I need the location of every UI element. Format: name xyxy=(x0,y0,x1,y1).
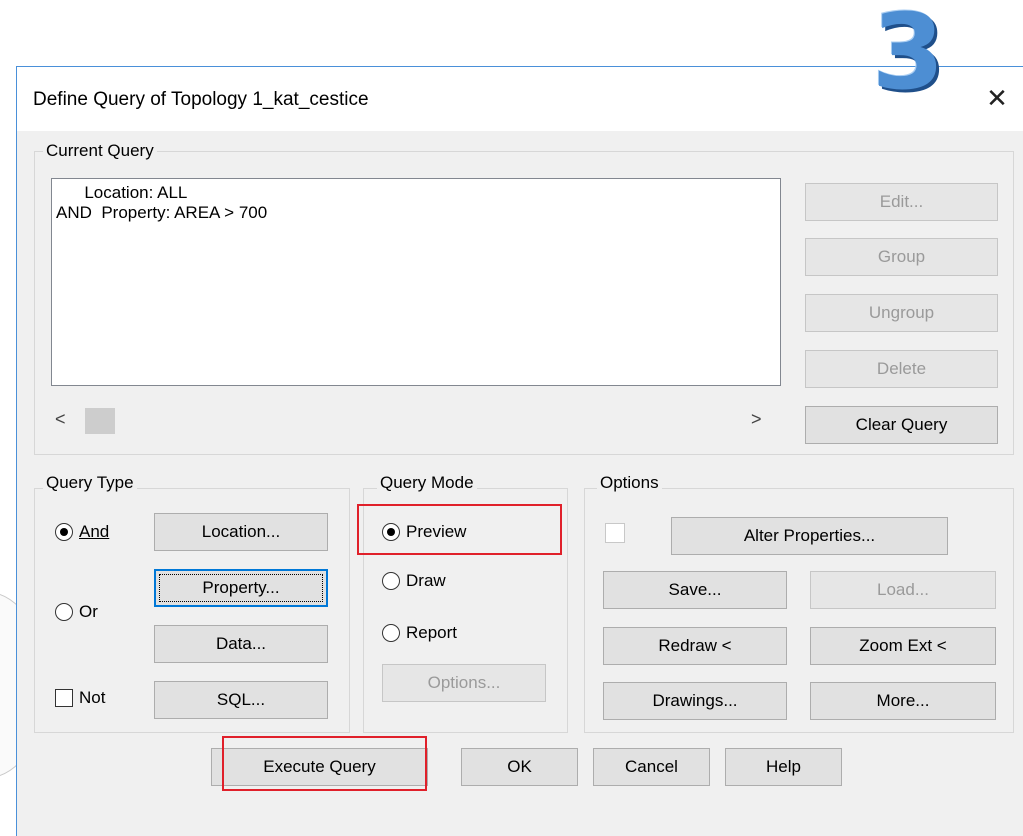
ungroup-button[interactable]: Ungroup xyxy=(805,294,998,332)
redraw-button[interactable]: Redraw < xyxy=(603,627,787,665)
draw-radio[interactable] xyxy=(382,572,400,590)
current-query-textbox[interactable]: Location: ALL AND Property: AREA > 700 xyxy=(51,178,781,386)
dialog-title: Define Query of Topology 1_kat_cestice xyxy=(33,89,369,110)
not-label[interactable]: Not xyxy=(79,688,105,708)
and-label[interactable]: And xyxy=(79,522,109,542)
options-label: Options xyxy=(597,473,662,493)
query-type-label: Query Type xyxy=(43,473,137,493)
report-label[interactable]: Report xyxy=(406,623,457,643)
execute-query-highlight-box xyxy=(222,736,427,791)
help-button[interactable]: Help xyxy=(725,748,842,786)
ok-button[interactable]: OK xyxy=(461,748,578,786)
zoom-ext-button[interactable]: Zoom Ext < xyxy=(810,627,996,665)
sql-button[interactable]: SQL... xyxy=(154,681,328,719)
edit-button[interactable]: Edit... xyxy=(805,183,998,221)
query-horizontal-scrollbar[interactable]: < > xyxy=(51,407,781,435)
and-radio[interactable] xyxy=(55,523,73,541)
property-button-label: Property... xyxy=(202,578,280,597)
query-mode-label: Query Mode xyxy=(377,473,477,493)
query-line: AND Property: AREA > 700 xyxy=(56,203,268,222)
cancel-button[interactable]: Cancel xyxy=(593,748,710,786)
define-query-dialog: Define Query of Topology 1_kat_cestice ✕… xyxy=(16,66,1023,836)
step-number-badge: 3 xyxy=(872,0,945,113)
alter-properties-checkbox[interactable] xyxy=(605,523,625,543)
mode-options-button[interactable]: Options... xyxy=(382,664,546,702)
report-radio[interactable] xyxy=(382,624,400,642)
more-button[interactable]: More... xyxy=(810,682,996,720)
property-button[interactable]: Property... xyxy=(154,569,328,607)
or-radio[interactable] xyxy=(55,603,73,621)
load-button[interactable]: Load... xyxy=(810,571,996,609)
drawings-button[interactable]: Drawings... xyxy=(603,682,787,720)
scroll-left-icon[interactable]: < xyxy=(55,409,66,430)
preview-highlight-box xyxy=(357,504,562,555)
scrollbar-thumb[interactable] xyxy=(85,408,115,434)
delete-button[interactable]: Delete xyxy=(805,350,998,388)
or-label[interactable]: Or xyxy=(79,602,98,622)
scroll-right-icon[interactable]: > xyxy=(751,409,762,430)
clear-query-button[interactable]: Clear Query xyxy=(805,406,998,444)
data-button[interactable]: Data... xyxy=(154,625,328,663)
draw-label[interactable]: Draw xyxy=(406,571,446,591)
not-checkbox[interactable] xyxy=(55,689,73,707)
close-icon[interactable]: ✕ xyxy=(983,83,1011,113)
alter-properties-button[interactable]: Alter Properties... xyxy=(671,517,948,555)
location-button[interactable]: Location... xyxy=(154,513,328,551)
save-button[interactable]: Save... xyxy=(603,571,787,609)
screenshot-stage: Define Query of Topology 1_kat_cestice ✕… xyxy=(0,0,1023,836)
current-query-label: Current Query xyxy=(43,141,157,161)
group-button[interactable]: Group xyxy=(805,238,998,276)
query-line: Location: ALL xyxy=(56,183,188,202)
